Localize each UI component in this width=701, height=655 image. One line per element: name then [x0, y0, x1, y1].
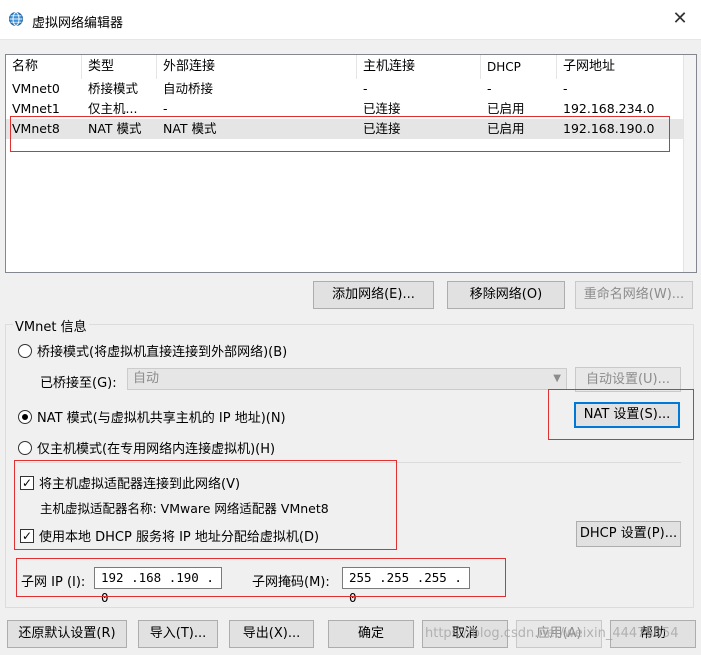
- cancel-button[interactable]: 取消: [422, 620, 508, 648]
- cell-type: 桥接模式: [88, 81, 139, 96]
- bridge-mode-label: 桥接模式(将虚拟机直接连接到外部网络)(B): [37, 345, 288, 360]
- nat-settings-button[interactable]: NAT 设置(S)...: [574, 402, 680, 428]
- nat-mode-label: NAT 模式(与虚拟机共享主机的 IP 地址)(N): [37, 411, 286, 426]
- nat-mode-radio[interactable]: NAT 模式(与虚拟机共享主机的 IP 地址)(N): [18, 407, 286, 426]
- export-button[interactable]: 导出(X)...: [229, 620, 314, 648]
- column-header-external[interactable]: 外部连接: [157, 55, 357, 79]
- cell-dhcp: 已启用: [487, 121, 525, 136]
- cell-subnet: -: [563, 81, 568, 96]
- title-bar: 虚拟网络编辑器 ✕: [0, 0, 701, 40]
- ok-button[interactable]: 确定: [328, 620, 414, 648]
- dhcp-checkbox[interactable]: ✓ 使用本地 DHCP 服务将 IP 地址分配给虚拟机(D): [20, 526, 319, 545]
- column-header-host[interactable]: 主机连接: [357, 55, 481, 79]
- bridged-to-label: 已桥接至(G):: [40, 376, 117, 391]
- cell-host: 已连接: [363, 101, 401, 116]
- subnet-ip-input[interactable]: 192 .168 .190 . 0: [94, 567, 222, 605]
- list-header: 名称 类型 外部连接 主机连接 DHCP 子网地址: [6, 55, 684, 79]
- separator: [18, 462, 681, 463]
- connect-adapter-checkbox[interactable]: ✓ 将主机虚拟适配器连接到此网络(V): [20, 473, 240, 492]
- network-row[interactable]: VMnet0 桥接模式 自动桥接 - - -: [6, 79, 684, 99]
- checkbox-checked-icon: ✓: [20, 528, 34, 543]
- host-only-radio[interactable]: 仅主机模式(在专用网络内连接虚拟机)(H): [18, 438, 275, 457]
- cell-dhcp: -: [487, 81, 492, 96]
- host-only-label: 仅主机模式(在专用网络内连接虚拟机)(H): [37, 442, 276, 457]
- cell-host: 已连接: [363, 121, 401, 136]
- dhcp-settings-button[interactable]: DHCP 设置(P)...: [576, 521, 681, 547]
- cell-host: -: [363, 81, 368, 96]
- cell-external: NAT 模式: [163, 121, 217, 136]
- cell-type: 仅主机...: [88, 101, 138, 116]
- help-button[interactable]: 帮助: [610, 620, 696, 648]
- checkbox-checked-icon: ✓: [20, 475, 34, 490]
- close-icon[interactable]: ✕: [669, 8, 691, 29]
- cell-type: NAT 模式: [88, 121, 142, 136]
- column-header-dhcp[interactable]: DHCP: [481, 55, 557, 79]
- column-header-type[interactable]: 类型: [82, 55, 157, 79]
- chevron-down-icon: ▼: [553, 373, 561, 384]
- apply-button[interactable]: 应用(A): [516, 620, 602, 648]
- cell-subnet: 192.168.234.0: [563, 101, 655, 116]
- network-row[interactable]: VMnet1 仅主机... - 已连接 已启用 192.168.234.0: [6, 99, 684, 119]
- subnet-ip-label: 子网 IP (I):: [21, 575, 86, 590]
- cell-subnet: 192.168.190.0: [563, 121, 655, 136]
- cell-dhcp: 已启用: [487, 101, 525, 116]
- remove-network-button[interactable]: 移除网络(O): [447, 281, 565, 309]
- cell-name: VMnet8: [12, 121, 60, 136]
- window-title: 虚拟网络编辑器: [32, 16, 124, 31]
- bridge-mode-radio[interactable]: 桥接模式(将虚拟机直接连接到外部网络)(B): [18, 341, 287, 360]
- rename-network-button[interactable]: 重命名网络(W)...: [575, 281, 693, 309]
- column-header-name[interactable]: 名称: [6, 55, 82, 79]
- import-button[interactable]: 导入(T)...: [138, 620, 218, 648]
- cell-external: -: [163, 101, 168, 116]
- dhcp-label: 使用本地 DHCP 服务将 IP 地址分配给虚拟机(D): [39, 530, 320, 545]
- network-list[interactable]: 名称 类型 外部连接 主机连接 DHCP 子网地址 VMnet0 桥接模式 自动…: [5, 54, 697, 273]
- radio-unchecked-icon: [18, 343, 32, 358]
- cell-name: VMnet0: [12, 81, 60, 96]
- cell-external: 自动桥接: [163, 81, 214, 96]
- radio-unchecked-icon: [18, 440, 32, 455]
- add-network-button[interactable]: 添加网络(E)...: [313, 281, 434, 309]
- restore-defaults-button[interactable]: 还原默认设置(R): [7, 620, 127, 648]
- connect-adapter-label: 将主机虚拟适配器连接到此网络(V): [39, 477, 241, 492]
- cell-name: VMnet1: [12, 101, 60, 116]
- bridged-to-value: 自动: [133, 371, 160, 386]
- vmnet-info-title: VMnet 信息: [13, 316, 89, 335]
- network-row-selected[interactable]: VMnet8 NAT 模式 NAT 模式 已连接 已启用 192.168.190…: [6, 119, 684, 139]
- column-header-subnet[interactable]: 子网地址: [557, 55, 684, 79]
- list-scrollbar[interactable]: [683, 55, 696, 272]
- network-globe-icon: [9, 12, 23, 26]
- auto-settings-button[interactable]: 自动设置(U)...: [575, 367, 681, 392]
- bridged-to-select[interactable]: 自动 ▼: [127, 368, 567, 390]
- subnet-mask-input[interactable]: 255 .255 .255 . 0: [342, 567, 470, 605]
- subnet-mask-label: 子网掩码(M):: [252, 575, 330, 590]
- radio-checked-icon: [18, 409, 32, 424]
- adapter-name-label: 主机虚拟适配器名称: VMware 网络适配器 VMnet8: [40, 501, 329, 516]
